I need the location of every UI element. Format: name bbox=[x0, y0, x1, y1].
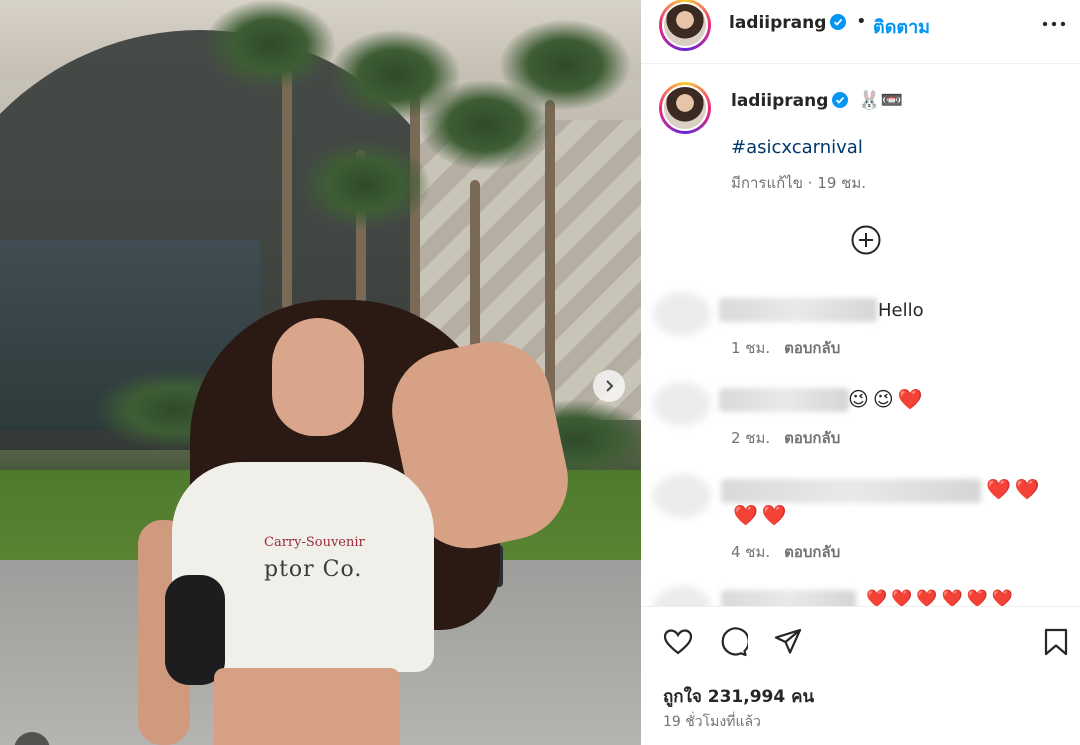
like-icon[interactable] bbox=[663, 627, 693, 657]
caption-emojis: 🐰📼 bbox=[858, 90, 904, 111]
comment-avatar[interactable] bbox=[653, 292, 711, 336]
caption-avatar[interactable] bbox=[659, 82, 711, 134]
comment-time: 1 ชม. bbox=[731, 339, 771, 357]
caption-username[interactable]: ladiiprang 🐰📼 bbox=[731, 90, 903, 111]
comment-icon[interactable] bbox=[718, 627, 748, 657]
handbag bbox=[165, 575, 225, 685]
next-photo-button[interactable] bbox=[593, 370, 625, 402]
shirt-print-line1: Carry-Souvenir bbox=[264, 535, 365, 550]
shirt-print-line2: ptor Co. bbox=[264, 557, 363, 582]
save-icon[interactable] bbox=[1041, 627, 1071, 657]
caption-hashtag[interactable]: #asicxcarnival bbox=[731, 137, 863, 158]
comment-time: 4 ชม. bbox=[731, 543, 771, 561]
palm-trunk bbox=[470, 180, 480, 370]
palm-fronds bbox=[500, 20, 630, 110]
person-midriff bbox=[214, 668, 400, 745]
add-circle-icon[interactable] bbox=[850, 224, 882, 256]
separator-dot: • bbox=[856, 11, 867, 32]
post-actions: ถูกใจ 231,994 คน 19 ชั่วโมงที่แล้ว bbox=[641, 606, 1080, 745]
comment-meta: 1 ชม. ตอบกลับ bbox=[731, 336, 840, 360]
reply-button[interactable]: ตอบกลับ bbox=[784, 339, 840, 357]
comment-username-blurred[interactable] bbox=[719, 388, 849, 412]
palm-fronds bbox=[300, 140, 430, 230]
palm-fronds bbox=[205, 0, 335, 90]
comment-avatar[interactable] bbox=[653, 382, 711, 426]
post-time[interactable]: 19 ชั่วโมงที่แล้ว bbox=[663, 711, 761, 733]
caption-username-text[interactable]: ladiiprang bbox=[731, 91, 828, 111]
post-sidebar: ladiiprang • ติดตาม ladiiprang 🐰📼 #asicx… bbox=[641, 0, 1080, 745]
reply-button[interactable]: ตอบกลับ bbox=[784, 543, 840, 561]
header-username[interactable]: ladiiprang bbox=[729, 13, 847, 33]
comment-emojis: ❤️❤️ bbox=[986, 477, 1044, 501]
share-icon[interactable] bbox=[773, 627, 803, 657]
comment-username-blurred[interactable] bbox=[721, 479, 981, 503]
follow-button[interactable]: ติดตาม bbox=[873, 12, 930, 41]
comment-meta: 2 ชม. ตอบกลับ bbox=[731, 426, 840, 450]
post-photo[interactable]: Carry-Souvenir ptor Co. bbox=[0, 0, 641, 745]
person-face bbox=[272, 318, 364, 436]
verified-icon bbox=[830, 14, 847, 30]
palm-trunk bbox=[282, 70, 292, 310]
comment-avatar[interactable] bbox=[653, 474, 711, 518]
comment-emojis-line2: ❤️❤️ bbox=[733, 503, 791, 527]
more-icon[interactable] bbox=[1039, 14, 1069, 34]
comment-username-blurred[interactable] bbox=[719, 298, 877, 322]
header-username-text[interactable]: ladiiprang bbox=[729, 13, 826, 33]
post-header: ladiiprang • ติดตาม bbox=[641, 0, 1080, 64]
caption-edited-time: มีการแก้ไข · 19 ชม. bbox=[731, 174, 866, 192]
comment-meta: 4 ชม. ตอบกลับ bbox=[731, 540, 840, 564]
verified-icon bbox=[832, 92, 849, 108]
comment-time: 2 ชม. bbox=[731, 429, 771, 447]
likes-count[interactable]: ถูกใจ 231,994 คน bbox=[663, 683, 814, 710]
avatar[interactable] bbox=[659, 0, 711, 51]
next-icon bbox=[606, 380, 614, 392]
comment-text: Hello bbox=[878, 300, 924, 321]
reply-button[interactable]: ตอบกลับ bbox=[784, 429, 840, 447]
comment-emojis: 😉😉❤️ bbox=[848, 387, 927, 411]
